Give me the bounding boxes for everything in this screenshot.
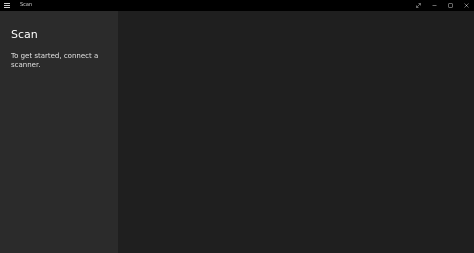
maximize-button[interactable] (443, 0, 459, 11)
fullscreen-icon (416, 3, 421, 8)
no-scanner-message: To get started, connect a scanner. (11, 52, 99, 69)
fullscreen-button[interactable] (411, 0, 427, 11)
close-button[interactable] (459, 0, 474, 11)
app-title: Scan (20, 2, 33, 8)
hamburger-menu-icon[interactable] (4, 2, 11, 8)
minimize-icon (432, 5, 437, 6)
page-title: Scan (11, 28, 38, 41)
title-bar: Scan (0, 0, 474, 11)
sidebar-pane: Scan To get started, connect a scanner. (0, 11, 118, 253)
maximize-icon (448, 3, 453, 8)
scan-app-window: Scan Scan To get started, connect a scan… (0, 0, 474, 253)
close-icon (464, 3, 469, 8)
minimize-button[interactable] (427, 0, 443, 11)
preview-area (118, 11, 474, 253)
